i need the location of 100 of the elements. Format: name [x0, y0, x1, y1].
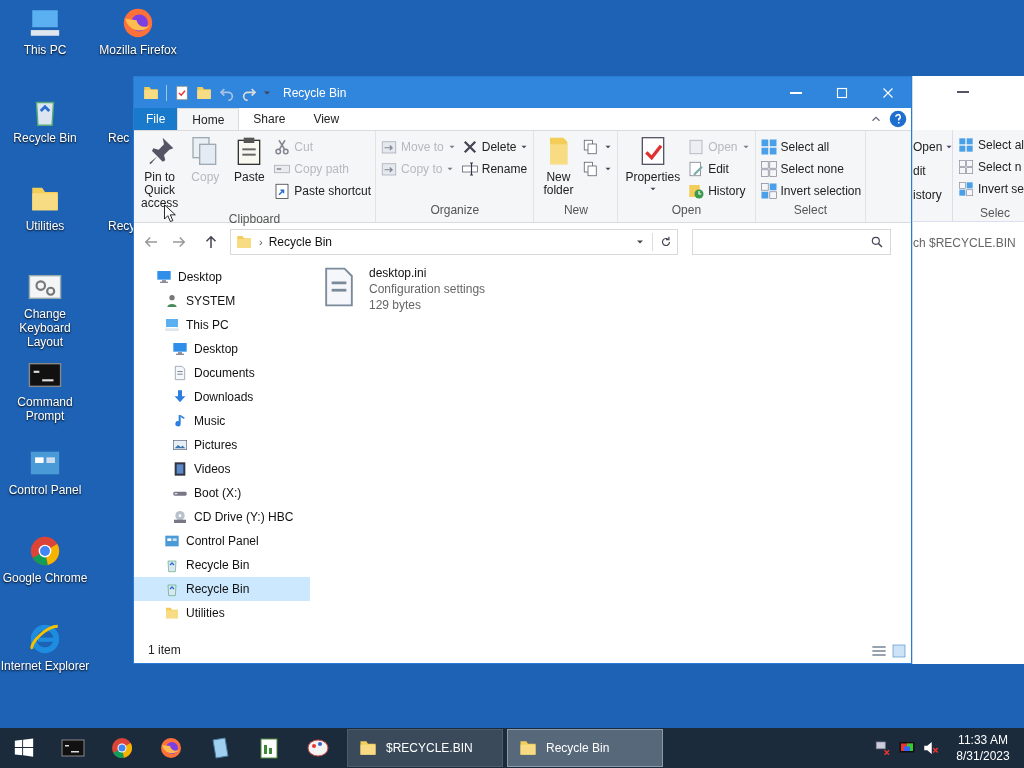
help-icon[interactable] [889, 110, 907, 128]
desktop-icon-label[interactable]: Rec [108, 131, 130, 145]
ribbon-group-label: Organize [430, 202, 480, 219]
ribbon-tab[interactable]: Share [239, 108, 300, 130]
computer-icon [164, 317, 180, 333]
edit-icon [687, 159, 706, 178]
ribbon-tab[interactable]: View [299, 108, 354, 130]
ribbon-button[interactable]: Open [913, 138, 943, 156]
status-text: 1 item [147, 642, 182, 659]
breadcrumb[interactable]: Recycle Bin [268, 233, 628, 251]
ribbon-button[interactable]: dit [913, 162, 926, 180]
desktop-icon-label[interactable]: Change Keyboard Layout [0, 307, 90, 349]
paint-palette-icon [305, 736, 330, 760]
nav-tree-item[interactable]: Desktop [134, 337, 310, 361]
desktop-icon-label[interactable]: Utilities [25, 219, 65, 233]
ribbon-button[interactable]: New folder [538, 135, 579, 201]
nav-tree-item[interactable]: Music [134, 409, 310, 433]
ribbon-tab[interactable]: Home [177, 108, 240, 130]
search-field[interactable] [692, 229, 891, 255]
taskbar-window-button[interactable]: Recycle Bin [507, 729, 663, 767]
desktop-icon-label[interactable]: Google Chrome [2, 571, 88, 585]
ribbon-button[interactable]: Select all [759, 137, 862, 156]
nav-tree-item[interactable]: Videos [134, 457, 310, 481]
muted-speaker-icon[interactable] [922, 739, 940, 757]
open-icon [687, 137, 706, 156]
document-icon [172, 365, 188, 381]
ribbon-button[interactable]: istory [913, 186, 942, 204]
ribbon-button[interactable]: Properties [622, 135, 684, 201]
tiles-view-icon[interactable] [891, 643, 907, 659]
internet-explorer-icon[interactable] [28, 622, 62, 656]
desktop-icon-label[interactable]: Control Panel [8, 483, 82, 497]
properties-icon[interactable] [173, 83, 191, 102]
firefox-icon[interactable] [121, 6, 155, 40]
ribbon-button[interactable]: Pin to Quick access [138, 135, 182, 210]
clock-time[interactable]: 11:33 AM [958, 732, 1008, 748]
chrome-icon [109, 736, 134, 760]
nav-tree-item[interactable]: SYSTEM [134, 289, 310, 313]
nav-tree-item[interactable]: Documents [134, 361, 310, 385]
ribbon-button[interactable]: Select none [759, 159, 862, 178]
ribbon-button[interactable]: Paste [229, 135, 270, 210]
minimize-icon[interactable] [957, 90, 969, 93]
desktop-icon-label[interactable]: Command Prompt [0, 395, 90, 423]
ribbon-button[interactable]: Delete [460, 137, 530, 156]
ribbon-button[interactable]: Invert selection [759, 181, 862, 200]
cd-drive-icon [172, 509, 188, 525]
ribbon-group-label: Select [793, 202, 828, 219]
file-name: desktop.ini [369, 265, 428, 281]
ribbon-group-label: Open [671, 202, 702, 219]
desktop-icon-label[interactable]: Recycle Bin [13, 131, 77, 145]
recycle-bin-icon [164, 581, 180, 597]
chrome-icon[interactable] [28, 534, 62, 568]
download-arrow-icon [172, 389, 188, 405]
desktop-icon-label[interactable]: Internet Explorer [0, 659, 90, 673]
ribbon-tab[interactable]: File [134, 108, 178, 130]
recycle-bin-icon [164, 557, 180, 573]
user-icon [164, 293, 180, 309]
network-error-icon[interactable] [874, 739, 892, 757]
firefox-icon [158, 736, 183, 760]
ribbon-button[interactable]: Edit [687, 159, 751, 178]
file-size: 129 bytes [369, 297, 423, 313]
invert-selection-icon [958, 181, 974, 197]
ribbon-button[interactable]: Paste shortcut [273, 181, 372, 200]
film-icon [172, 461, 188, 477]
nav-tree-item[interactable]: Pictures [134, 433, 310, 457]
folder-icon [164, 605, 180, 621]
file-type: Configuration settings [369, 281, 486, 297]
ribbon-group-label: Clipboard [228, 211, 281, 228]
rename-icon [460, 159, 479, 178]
search-icon [870, 235, 884, 249]
desktop-icon-label[interactable]: Mozilla Firefox [99, 43, 177, 57]
nav-tree-item[interactable]: CD Drive (Y:) HBC [134, 505, 310, 529]
nav-tree-item[interactable]: Downloads [134, 385, 310, 409]
folder-icon [358, 738, 378, 758]
minimize-icon [790, 91, 802, 94]
desktop-icon-label[interactable]: This PC [23, 43, 67, 57]
ribbon-button[interactable]: History [687, 181, 751, 200]
folder-icon [518, 738, 538, 758]
nav-tree-item[interactable]: Utilities [134, 601, 310, 625]
command-prompt-icon [60, 736, 85, 760]
nav-tree-item[interactable]: Recycle Bin [134, 577, 310, 601]
file-item[interactable]: desktop.ini Configuration settings 129 bytes [317, 265, 487, 313]
folder-icon [235, 233, 253, 251]
address-bar[interactable]: › Recycle Bin [230, 229, 678, 255]
nav-tree-item[interactable]: Desktop [134, 265, 310, 289]
select-none-icon [759, 159, 778, 178]
search-field[interactable]: ch $RECYCLE.BIN [913, 230, 1024, 256]
nav-tree-item[interactable]: Control Panel [134, 529, 310, 553]
nav-tree-item[interactable]: Recycle Bin [134, 553, 310, 577]
clock-date[interactable]: 8/31/2023 [956, 748, 1010, 764]
details-view-icon[interactable] [871, 643, 887, 659]
ribbon-button[interactable]: Select al [978, 136, 1024, 154]
refresh-icon[interactable] [659, 235, 673, 249]
paste-shortcut-icon [273, 181, 292, 200]
nav-tree-item[interactable]: Boot (X:) [134, 481, 310, 505]
ribbon-button[interactable]: Rename [460, 159, 530, 178]
ribbon-button[interactable]: Select n [978, 158, 1022, 176]
select-all-icon [958, 137, 974, 153]
nav-tree-item[interactable]: This PC [134, 313, 310, 337]
ribbon-button[interactable]: Invert se [978, 180, 1024, 198]
taskbar-window-button[interactable]: $RECYCLE.BIN [347, 729, 503, 767]
